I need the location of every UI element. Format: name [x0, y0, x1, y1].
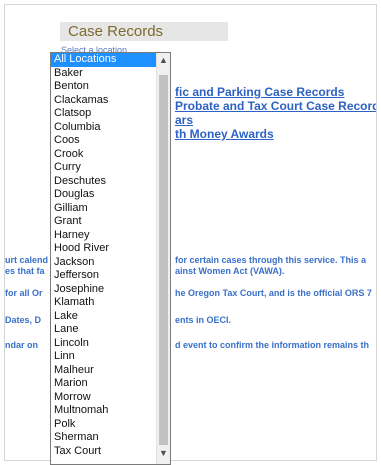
location-option[interactable]: Malheur	[51, 364, 170, 378]
location-option[interactable]: Multnomah	[51, 404, 170, 418]
location-dropdown-list[interactable]: All Locations Baker Benton Clackamas Clatsop…	[50, 52, 171, 465]
location-option[interactable]: Sherman	[51, 431, 170, 445]
location-option[interactable]: Hood River	[51, 242, 170, 256]
note-left-5: ndar on	[5, 340, 38, 350]
note-right-2: ainst Women Act (VAWA).	[175, 266, 285, 276]
note-left-1: urt calend	[5, 255, 49, 265]
note-left-2: es that fa	[5, 266, 45, 276]
location-option[interactable]: Lincoln	[51, 337, 170, 351]
location-option[interactable]: Morrow	[51, 391, 170, 405]
location-option[interactable]: Harney	[51, 229, 170, 243]
location-option[interactable]: Tax Court	[51, 445, 170, 459]
calendars-link[interactable]: ars	[175, 113, 193, 127]
location-option[interactable]: Jackson	[51, 256, 170, 270]
note-right-3: he Oregon Tax Court, and is the official…	[175, 288, 372, 298]
location-option[interactable]: Josephine	[51, 283, 170, 297]
location-option[interactable]: Lane	[51, 323, 170, 337]
location-option[interactable]: Columbia	[51, 121, 170, 135]
location-option[interactable]: Clatsop	[51, 107, 170, 121]
location-option[interactable]: Douglas	[51, 188, 170, 202]
money-awards-link[interactable]: th Money Awards	[175, 127, 274, 141]
note-left-4: Dates, D	[5, 315, 42, 325]
location-option[interactable]: Coos	[51, 134, 170, 148]
location-option[interactable]: Jefferson	[51, 269, 170, 283]
chevron-up-icon[interactable]: ▲	[157, 53, 170, 67]
location-option[interactable]: Grant	[51, 215, 170, 229]
note-right-1: for certain cases through this service. …	[175, 255, 367, 265]
note-right-4: ents in OECI.	[175, 315, 232, 325]
chevron-down-icon[interactable]: ▼	[157, 446, 170, 460]
location-option[interactable]: Lake	[51, 310, 170, 324]
page-header: Case Records	[60, 22, 228, 41]
location-option[interactable]: All Locations	[51, 53, 170, 67]
note-right-5: d event to confirm the information remai…	[175, 340, 370, 350]
location-option[interactable]: Benton	[51, 80, 170, 94]
location-option[interactable]: Curry	[51, 161, 170, 175]
scrollbar-thumb[interactable]	[159, 75, 168, 445]
location-option[interactable]: Clackamas	[51, 94, 170, 108]
location-option[interactable]: Marion	[51, 377, 170, 391]
location-option[interactable]: Gilliam	[51, 202, 170, 216]
page-title: Case Records	[68, 23, 164, 40]
dropdown-scrollbar[interactable]: ▲ ▼	[156, 53, 170, 464]
location-option[interactable]: Baker	[51, 67, 170, 81]
location-option[interactable]: Klamath	[51, 296, 170, 310]
location-option[interactable]: Linn	[51, 350, 170, 364]
location-option[interactable]: Polk	[51, 418, 170, 432]
location-option[interactable]: Crook	[51, 148, 170, 162]
location-options: All Locations Baker Benton Clackamas Clatsop…	[51, 53, 170, 458]
location-option[interactable]: Deschutes	[51, 175, 170, 189]
traffic-parking-records-link[interactable]: fic and Parking Case Records	[175, 85, 344, 99]
probate-tax-court-records-link[interactable]: Probate and Tax Court Case Records	[175, 99, 376, 113]
note-left-3: for all Or	[5, 288, 43, 298]
